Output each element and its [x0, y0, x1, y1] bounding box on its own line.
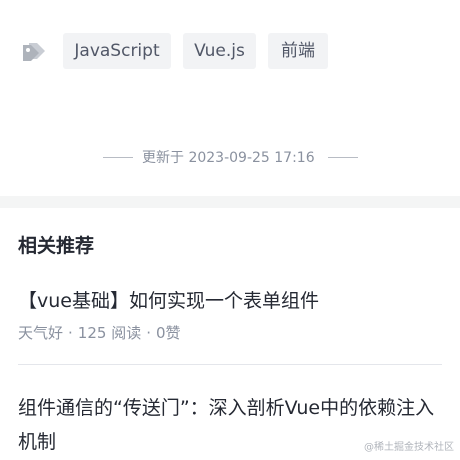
related-item-author[interactable]: 天气好 [18, 324, 63, 342]
updated-timestamp: 更新于 2023-09-25 17:16 [142, 150, 315, 166]
meta-separator: · [68, 324, 73, 342]
related-section-title: 相关推荐 [18, 235, 95, 257]
updated-line: 更新于 2023-09-25 17:16 [0, 146, 460, 170]
article-footer-page: JavaScript Vue.js 前端 更新于 2023-09-25 17:1… [0, 0, 460, 460]
section-divider-band [0, 196, 460, 208]
updated-rule-right [328, 157, 358, 158]
list-divider [18, 364, 442, 365]
meta-separator: · [146, 324, 151, 342]
tag-frontend[interactable]: 前端 [268, 33, 328, 69]
tag-javascript[interactable]: JavaScript [63, 33, 171, 69]
tag-row: JavaScript Vue.js 前端 [0, 0, 460, 104]
related-item-views: 125 阅读 [77, 324, 142, 342]
watermark: @稀土掘金技术社区 [364, 442, 454, 453]
updated-rule-left [103, 157, 133, 158]
related-item-likes: 0赞 [155, 324, 181, 342]
related-item-title[interactable]: 【vue基础】如何实现一个表单组件 [18, 287, 438, 315]
related-item-meta: 天气好 · 125 阅读 · 0赞 [18, 322, 181, 344]
tag-vuejs[interactable]: Vue.js [183, 33, 256, 69]
tag-icon [23, 43, 45, 61]
